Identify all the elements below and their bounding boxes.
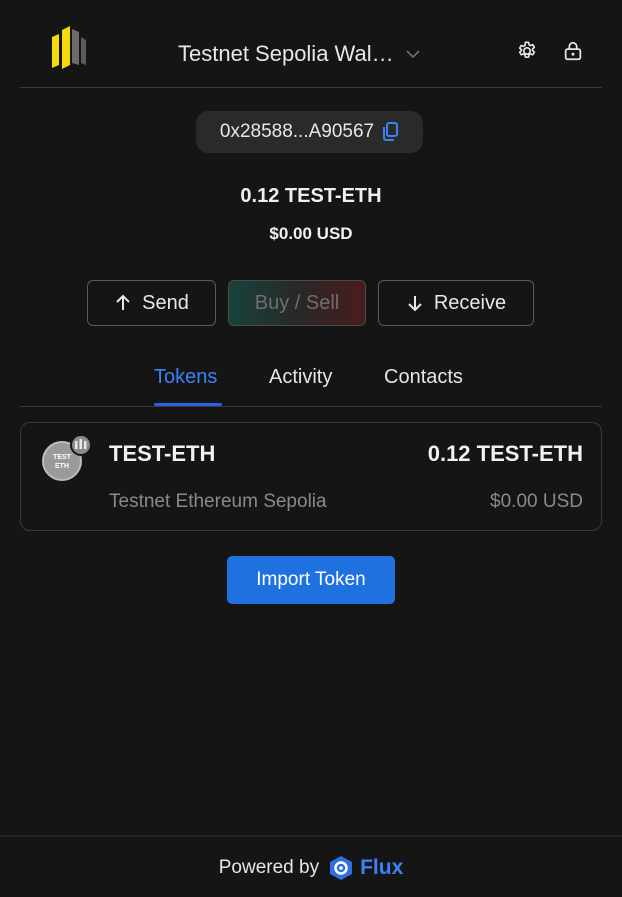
tab-bar: Tokens Activity Contacts xyxy=(20,356,602,407)
send-label: Send xyxy=(142,291,189,314)
token-name: Testnet Ethereum Sepolia xyxy=(109,491,327,512)
arrow-down-icon xyxy=(408,296,422,312)
gear-icon[interactable] xyxy=(514,38,540,64)
balance-usd: $0.00 USD xyxy=(269,224,353,243)
address-pill[interactable]: 0x28588...A90567 xyxy=(196,111,423,153)
token-row[interactable]: TEST ETH TEST-ETH 0.12 TEST-ETH Testnet … xyxy=(20,422,602,531)
buy-sell-button[interactable]: Buy / Sell xyxy=(228,280,366,326)
send-button[interactable]: Send xyxy=(87,280,216,326)
test-eth-token-icon: TEST ETH xyxy=(42,435,92,481)
token-amount: 0.12 TEST-ETH xyxy=(427,441,583,466)
buy-sell-label: Buy / Sell xyxy=(254,291,340,314)
flux-logo-icon xyxy=(330,856,353,880)
token-value: $0.00 USD xyxy=(490,491,583,512)
footer: Powered by Flux xyxy=(0,835,622,897)
tab-activity[interactable]: Activity xyxy=(269,366,332,389)
active-tab-indicator xyxy=(154,403,222,406)
tab-tokens[interactable]: Tokens xyxy=(154,366,217,389)
wallet-app: Testnet Sepolia Wal… 0x28588...A90567 0.… xyxy=(0,0,622,897)
powered-by-text: Powered by xyxy=(218,857,320,878)
lock-icon[interactable] xyxy=(560,38,586,64)
arrow-up-icon xyxy=(116,294,130,310)
copy-icon[interactable] xyxy=(382,122,399,142)
balance-amount: 0.12 TEST-ETH xyxy=(240,185,382,207)
token-icon-text-top: TEST xyxy=(53,454,72,461)
header: Testnet Sepolia Wal… xyxy=(20,20,602,88)
import-token-button[interactable]: Import Token xyxy=(227,556,395,604)
account-address: 0x28588...A90567 xyxy=(219,121,375,142)
wallet-selector[interactable]: Testnet Sepolia Wal… xyxy=(178,38,420,70)
token-icon-text-bottom: ETH xyxy=(55,463,69,470)
flux-brand[interactable]: Flux xyxy=(360,856,403,880)
app-logo xyxy=(52,26,86,69)
token-symbol: TEST-ETH xyxy=(109,441,216,466)
wallet-name: Testnet Sepolia Wal… xyxy=(178,41,394,66)
tab-contacts[interactable]: Contacts xyxy=(384,366,463,389)
receive-label: Receive xyxy=(433,291,507,314)
chevron-down-icon xyxy=(406,50,420,59)
receive-button[interactable]: Receive xyxy=(378,280,534,326)
